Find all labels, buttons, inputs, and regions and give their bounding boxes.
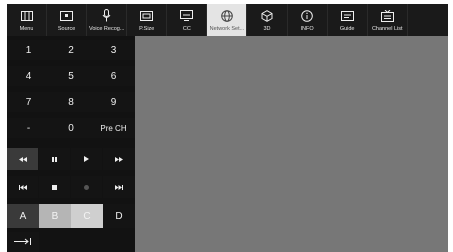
skip-forward-icon bbox=[115, 182, 123, 193]
3d-label: 3D bbox=[263, 25, 271, 32]
key-1[interactable]: 1 bbox=[7, 40, 50, 60]
skip-back-button[interactable] bbox=[7, 176, 38, 198]
tab-icon bbox=[14, 237, 32, 248]
key-4[interactable]: 4 bbox=[7, 66, 50, 86]
guide-icon bbox=[340, 9, 354, 23]
record-button[interactable] bbox=[71, 176, 102, 198]
key-7[interactable]: 7 bbox=[7, 92, 50, 112]
3d-icon bbox=[261, 9, 273, 23]
cc-button[interactable]: CC bbox=[167, 4, 208, 36]
stop-icon bbox=[52, 182, 57, 193]
key-8[interactable]: 8 bbox=[50, 92, 92, 112]
network-settings-button[interactable]: Network Set... bbox=[207, 4, 248, 36]
key-0[interactable]: 0 bbox=[50, 118, 92, 138]
info-button[interactable]: INFO bbox=[288, 4, 328, 36]
key-3[interactable]: 3 bbox=[92, 40, 135, 60]
key-6[interactable]: 6 bbox=[92, 66, 135, 86]
skip-forward-button[interactable] bbox=[103, 176, 135, 198]
key-2[interactable]: 2 bbox=[50, 40, 92, 60]
cc-label: CC bbox=[182, 25, 191, 32]
fast-forward-button[interactable] bbox=[103, 148, 135, 170]
top-menu-bar: Menu Source Voice Recog... P.Size CC Net… bbox=[7, 4, 448, 36]
source-button[interactable]: Source bbox=[47, 4, 88, 36]
guide-button[interactable]: Guide bbox=[328, 4, 368, 36]
key-9[interactable]: 9 bbox=[92, 92, 135, 112]
color-button-d[interactable]: D bbox=[103, 204, 135, 228]
channel-list-icon bbox=[380, 9, 394, 23]
remote-window: Menu Source Voice Recog... P.Size CC Net… bbox=[7, 4, 448, 252]
stop-button[interactable] bbox=[39, 176, 70, 198]
voice-recognition-button[interactable]: Voice Recog... bbox=[87, 4, 128, 36]
source-label: Source bbox=[57, 25, 76, 32]
tab-button[interactable] bbox=[7, 232, 39, 252]
menu-icon bbox=[20, 9, 33, 23]
key-5[interactable]: 5 bbox=[50, 66, 92, 86]
play-button[interactable] bbox=[71, 148, 102, 170]
fast-forward-icon bbox=[115, 154, 123, 165]
picture-size-label: P.Size bbox=[139, 25, 155, 32]
remote-keypad: 1 2 3 4 5 6 7 8 9 - 0 Pre CH A B C D bbox=[7, 36, 135, 252]
color-button-c[interactable]: C bbox=[71, 204, 103, 228]
picture-size-icon bbox=[140, 9, 154, 23]
menu-label: Menu bbox=[19, 25, 34, 32]
microphone-icon bbox=[102, 9, 111, 23]
color-button-b[interactable]: B bbox=[39, 204, 71, 228]
content-area bbox=[135, 36, 448, 252]
picture-size-button[interactable]: P.Size bbox=[127, 4, 168, 36]
pre-ch-button[interactable]: Pre CH bbox=[92, 118, 135, 138]
color-button-a[interactable]: A bbox=[7, 204, 39, 228]
play-icon bbox=[84, 154, 89, 165]
closed-caption-icon bbox=[180, 9, 194, 23]
key-dash[interactable]: - bbox=[7, 118, 50, 138]
info-icon bbox=[301, 9, 313, 23]
globe-icon bbox=[221, 9, 233, 23]
source-icon bbox=[60, 9, 74, 23]
channel-list-button[interactable]: Channel List bbox=[368, 4, 408, 36]
pause-button[interactable] bbox=[39, 148, 70, 170]
rewind-icon bbox=[18, 154, 27, 165]
guide-label: Guide bbox=[339, 25, 355, 32]
network-settings-label: Network Set... bbox=[209, 25, 245, 32]
rewind-button[interactable] bbox=[7, 148, 38, 170]
menu-button[interactable]: Menu bbox=[7, 4, 48, 36]
3d-button[interactable]: 3D bbox=[247, 4, 288, 36]
skip-back-icon bbox=[18, 182, 27, 193]
record-icon bbox=[84, 182, 89, 193]
info-label: INFO bbox=[300, 25, 314, 32]
pause-icon bbox=[52, 154, 57, 165]
channel-list-label: Channel List bbox=[371, 25, 403, 32]
voice-recognition-label: Voice Recog... bbox=[88, 25, 125, 32]
